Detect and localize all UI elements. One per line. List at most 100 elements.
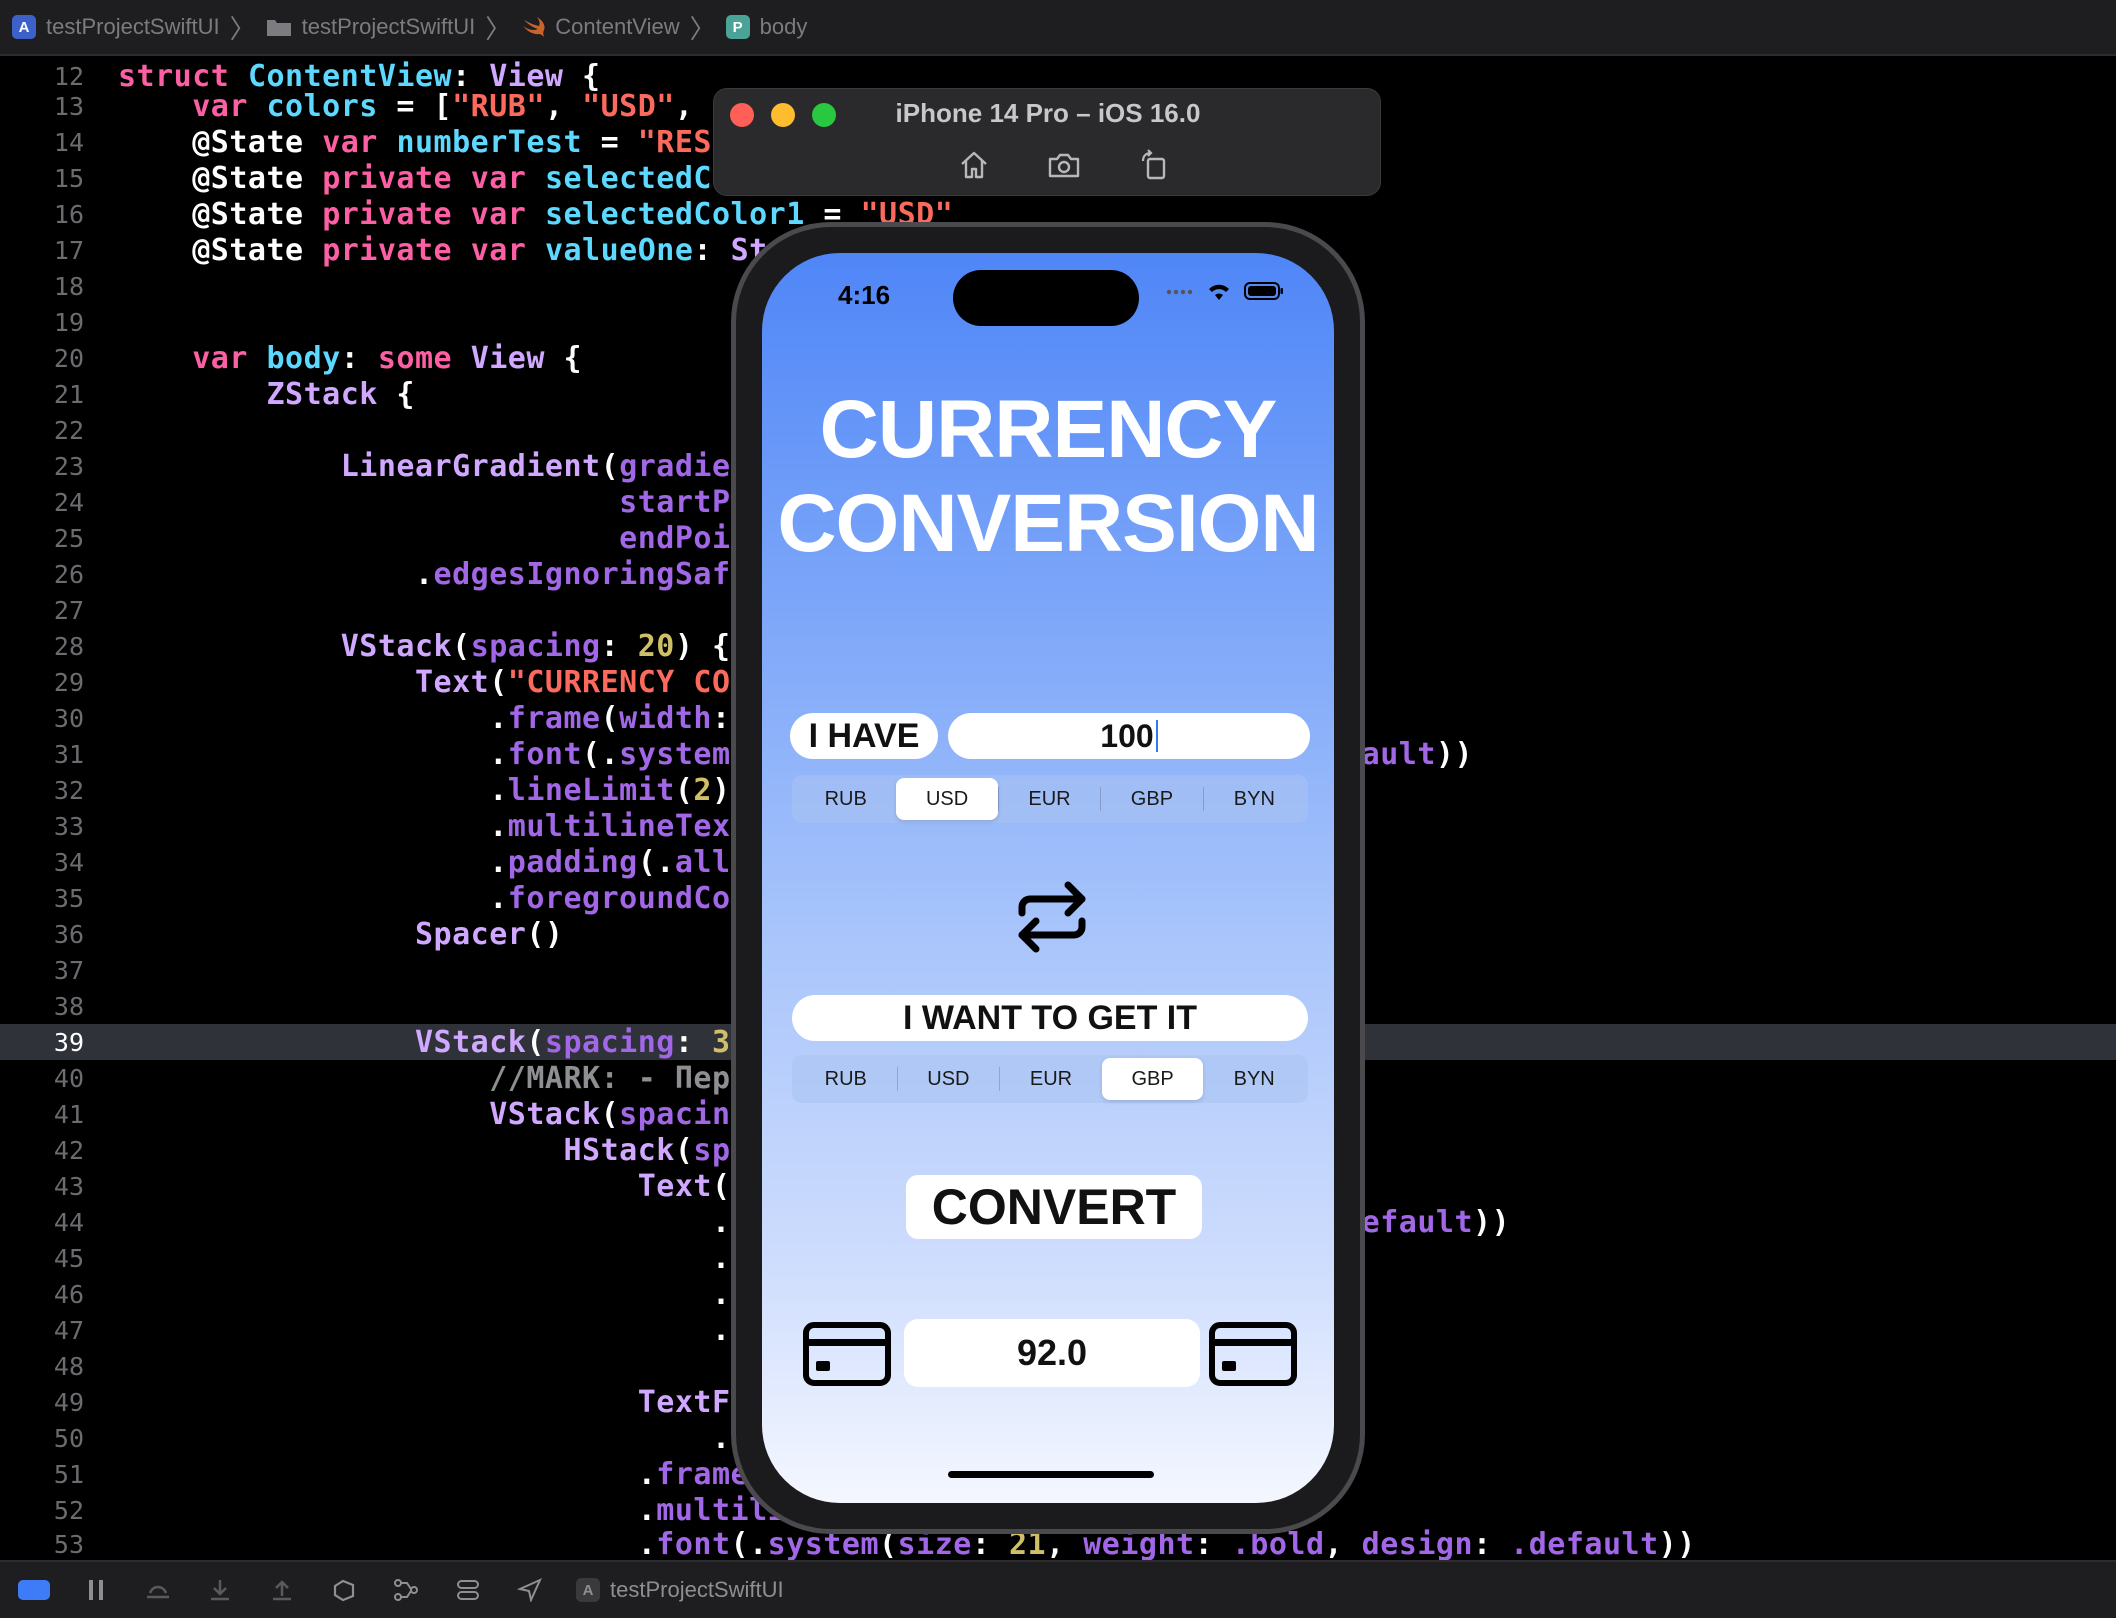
breadcrumb-symbol[interactable]: P body xyxy=(725,14,808,40)
home-icon[interactable] xyxy=(954,145,994,185)
line-number: 13 xyxy=(53,91,84,121)
scheme-label: testProjectSwiftUI xyxy=(610,1577,784,1602)
simulate-location-icon[interactable] xyxy=(514,1577,546,1603)
view-hierarchy-icon[interactable] xyxy=(328,1577,360,1603)
to-option-byn[interactable]: BYN xyxy=(1203,1058,1305,1100)
to-option-rub[interactable]: RUB xyxy=(795,1058,897,1100)
line-number: 17 xyxy=(53,235,84,265)
status-icons xyxy=(1166,281,1284,301)
from-option-byn[interactable]: BYN xyxy=(1204,778,1305,820)
from-option-gbp[interactable]: GBP xyxy=(1101,778,1202,820)
rotate-icon[interactable] xyxy=(1134,145,1174,185)
from-option-rub[interactable]: RUB xyxy=(795,778,896,820)
debug-bar: A testProjectSwiftUI xyxy=(0,1560,2116,1618)
line-number: 27 xyxy=(53,595,84,625)
app-title-line2: CONVERSION xyxy=(777,478,1319,569)
line-number: 22 xyxy=(53,415,84,445)
line-number: 12 xyxy=(53,61,84,91)
line-number: 15 xyxy=(53,163,84,193)
line-number: 25 xyxy=(53,523,84,553)
line-number: 38 xyxy=(53,991,84,1021)
line-number: 36 xyxy=(53,919,84,949)
from-currency-picker[interactable]: RUB USD EUR GBP BYN xyxy=(792,775,1308,823)
line-number: 50 xyxy=(53,1423,84,1453)
amount-input[interactable]: 100 xyxy=(948,713,1310,759)
line-number: 52 xyxy=(53,1495,84,1525)
battery-icon xyxy=(1244,282,1283,300)
line-number: 34 xyxy=(53,847,84,877)
line-number: 43 xyxy=(53,1171,84,1201)
app-icon: A xyxy=(576,1578,600,1602)
chevron-right-icon: 〉 xyxy=(689,13,716,44)
environment-overrides-icon[interactable] xyxy=(452,1577,484,1603)
to-option-gbp[interactable]: GBP xyxy=(1101,1058,1204,1100)
line-number: 18 xyxy=(53,271,84,301)
swift-icon xyxy=(523,17,545,37)
line-number: 29 xyxy=(53,667,84,697)
amount-input-value: 100 xyxy=(1100,717,1154,754)
line-number: 26 xyxy=(53,559,84,589)
line-number: 30 xyxy=(53,703,84,733)
simulator-title: iPhone 14 Pro – iOS 16.0 xyxy=(895,98,1201,128)
iphone-simulator-frame: 4:16 CURRENCY CONVERSION I HAVE 100 RUB … xyxy=(731,222,1365,1534)
dynamic-island xyxy=(953,270,1139,326)
credit-card-icon xyxy=(803,1322,891,1386)
breadcrumb-file[interactable]: ContentView xyxy=(521,14,680,40)
from-option-eur[interactable]: EUR xyxy=(999,778,1100,820)
line-number: 41 xyxy=(53,1099,84,1129)
pause-icon[interactable] xyxy=(80,1577,112,1603)
line-number: 20 xyxy=(53,343,84,373)
line-number: 51 xyxy=(53,1459,84,1489)
to-currency-picker[interactable]: RUB USD EUR GBP BYN xyxy=(792,1055,1308,1103)
credit-card-icon xyxy=(1209,1322,1297,1386)
wifi-icon xyxy=(1209,284,1229,300)
status-time: 4:16 xyxy=(838,280,891,310)
want-label: I WANT TO GET IT xyxy=(792,995,1308,1041)
step-out-icon[interactable] xyxy=(266,1577,298,1603)
line-number: 19 xyxy=(53,307,84,337)
hide-debug-area-button[interactable] xyxy=(18,1580,50,1600)
line-number: 24 xyxy=(53,487,84,517)
memory-graph-icon[interactable] xyxy=(390,1577,422,1603)
from-option-usd[interactable]: USD xyxy=(896,778,998,820)
line-number: 32 xyxy=(53,775,84,805)
line-number: 53 xyxy=(53,1529,84,1559)
line-number: 33 xyxy=(53,811,84,841)
app-screen: 4:16 CURRENCY CONVERSION I HAVE 100 RUB … xyxy=(762,253,1334,1503)
line-number: 14 xyxy=(53,127,84,157)
convert-button[interactable]: CONVERT xyxy=(906,1175,1202,1239)
line-number: 44 xyxy=(53,1207,84,1237)
to-option-eur[interactable]: EUR xyxy=(1000,1058,1102,1100)
breadcrumb-symbol-label: body xyxy=(759,14,808,39)
breadcrumb-project[interactable]: A testProjectSwiftUI xyxy=(12,14,220,40)
result-value: 92.0 xyxy=(904,1319,1200,1387)
jump-bar: A testProjectSwiftUI 〉 testProjectSwiftU… xyxy=(0,0,2116,56)
line-number: 23 xyxy=(53,451,84,481)
line-number: 46 xyxy=(53,1279,84,1309)
property-icon: P xyxy=(725,15,750,39)
have-label: I HAVE xyxy=(790,713,938,759)
line-number: 35 xyxy=(53,883,84,913)
line-number: 39 xyxy=(53,1027,84,1057)
result-row: 92.0 xyxy=(802,1319,1298,1387)
breadcrumb-folder[interactable]: testProjectSwiftUI xyxy=(266,14,475,40)
scheme-selector[interactable]: A testProjectSwiftUI xyxy=(576,1577,784,1603)
line-number: 47 xyxy=(53,1315,84,1345)
have-row: I HAVE 100 xyxy=(790,713,1310,759)
line-number: 28 xyxy=(53,631,84,661)
chevron-right-icon: 〉 xyxy=(229,13,256,44)
line-number: 48 xyxy=(53,1351,84,1381)
home-indicator[interactable] xyxy=(948,1471,1154,1478)
step-over-icon[interactable] xyxy=(142,1577,174,1603)
step-into-icon[interactable] xyxy=(204,1577,236,1603)
xcode-project-icon: A xyxy=(12,15,36,39)
line-number: 40 xyxy=(53,1063,84,1093)
line-number: 21 xyxy=(53,379,84,409)
app-title-line1: CURRENCY xyxy=(819,384,1278,475)
line-number: 16 xyxy=(53,199,84,229)
swap-arrows-icon[interactable] xyxy=(1004,869,1100,965)
screenshot-icon[interactable] xyxy=(1044,145,1084,185)
to-option-usd[interactable]: USD xyxy=(898,1058,1000,1100)
line-number: 31 xyxy=(53,739,84,769)
folder-icon xyxy=(266,20,291,36)
